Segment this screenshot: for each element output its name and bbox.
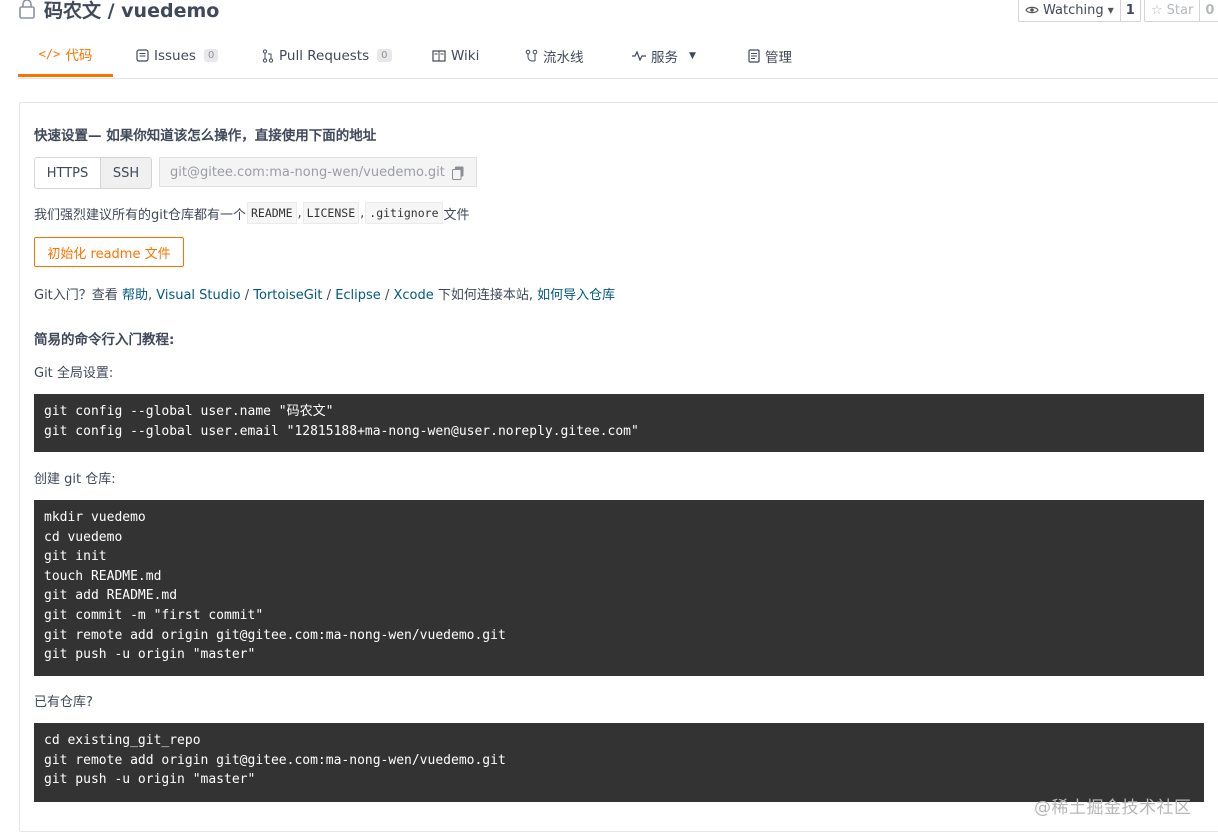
- recommend-line: 我们强烈建议所有的git仓库都有一个 README , LICENSE , .g…: [34, 202, 470, 224]
- license-code: LICENSE: [302, 202, 360, 224]
- star-button[interactable]: ☆ Star: [1144, 0, 1201, 22]
- code-icon: </>: [38, 47, 61, 61]
- code-line: git init: [44, 549, 107, 565]
- comma: ,: [297, 205, 302, 221]
- tortoisegit-link[interactable]: TortoiseGit: [253, 288, 322, 303]
- global-settings-code: git config --global user.name "码农文" git …: [34, 394, 1204, 452]
- watch-group: Watching ▼ 1: [1018, 0, 1141, 22]
- clone-url: git@gitee.com:ma-nong-wen/vuedemo.git: [170, 164, 445, 180]
- tab-pipeline[interactable]: 流水线: [525, 34, 584, 77]
- create-repo-code: mkdir vuedemo cd vuedemo git init touch …: [34, 500, 1204, 676]
- help-prefix: Git入门？查看: [34, 288, 118, 303]
- separator: /: [326, 288, 332, 303]
- code-line: cd vuedemo: [44, 529, 123, 545]
- star-label: Star: [1166, 2, 1194, 18]
- repo-tabs: </> 代码 Issues 0 Pull Requests 0 Wiki 流水线…: [18, 34, 1218, 79]
- code-line: git add README.md: [44, 588, 178, 604]
- recommend-suffix: 文件: [443, 207, 470, 223]
- code-line: mkdir vuedemo: [44, 510, 146, 525]
- import-repo-link[interactable]: 如何导入仓库: [537, 288, 615, 303]
- help-line: Git入门？查看 帮助, Visual Studio / TortoiseGit…: [34, 284, 615, 303]
- eclipse-link[interactable]: Eclipse: [335, 288, 381, 303]
- global-settings-label: Git 全局设置:: [34, 366, 114, 381]
- code-line: git commit -m "first commit": [44, 607, 264, 623]
- watch-button[interactable]: Watching ▼: [1018, 0, 1121, 22]
- issues-icon: [136, 49, 149, 62]
- separator: /: [384, 288, 390, 303]
- tab-code[interactable]: </> 代码: [18, 34, 113, 77]
- existing-repo-label: 已有仓库?: [34, 695, 93, 710]
- repo-title[interactable]: 码农文 / vuedemo: [44, 0, 219, 23]
- tab-issues-label: Issues: [154, 47, 196, 64]
- tutorial-heading: 简易的命令行入门教程:: [34, 332, 175, 348]
- protocol-switch: HTTPS SSH: [34, 157, 152, 189]
- tab-wiki[interactable]: Wiki: [432, 34, 479, 77]
- watch-label: Watching: [1043, 2, 1104, 18]
- book-icon: [432, 49, 446, 62]
- gitignore-code: .gitignore: [365, 202, 443, 224]
- issues-count: 0: [203, 49, 219, 62]
- pull-requests-count: 0: [377, 49, 392, 62]
- tab-pipeline-label: 流水线: [543, 49, 584, 66]
- code-line: touch README.md: [44, 568, 162, 584]
- lock-icon: [19, 0, 35, 19]
- code-line: git config --global user.email "12815188…: [44, 423, 639, 439]
- code-line: git push -u origin "master": [44, 647, 256, 663]
- help-middle: 下如何连接本站,: [437, 288, 534, 303]
- caret-down-icon: ▼: [689, 50, 696, 61]
- tab-manage[interactable]: 管理: [748, 34, 792, 77]
- tab-pull-requests-label: Pull Requests: [279, 47, 370, 64]
- tab-code-label: 代码: [65, 48, 93, 64]
- comma: ,: [360, 205, 365, 221]
- readme-code: README: [246, 202, 297, 224]
- tab-services[interactable]: 服务 ▼: [632, 34, 696, 77]
- caret-down-icon: ▼: [1107, 5, 1114, 15]
- star-count[interactable]: 0: [1200, 0, 1218, 22]
- pulse-icon: [632, 50, 646, 61]
- ssh-button[interactable]: SSH: [101, 157, 152, 189]
- tab-manage-label: 管理: [765, 49, 792, 66]
- clone-url-field[interactable]: git@gitee.com:ma-nong-wen/vuedemo.git: [159, 157, 477, 187]
- quick-setup-heading: 快速设置— 如果你知道该怎么操作，直接使用下面的地址: [34, 128, 377, 144]
- tab-services-label: 服务: [651, 49, 678, 66]
- visual-studio-link[interactable]: Visual Studio: [156, 288, 240, 303]
- watermark: @稀土掘金技术社区: [1034, 798, 1192, 818]
- tab-issues[interactable]: Issues 0: [136, 34, 219, 77]
- tab-pull-requests[interactable]: Pull Requests 0: [262, 34, 392, 77]
- watch-count[interactable]: 1: [1120, 0, 1141, 22]
- repo-title-bar: 码农文 / vuedemo: [18, 0, 219, 24]
- star-icon: ☆: [1151, 2, 1163, 18]
- recommend-prefix: 我们强烈建议所有的git仓库都有一个: [34, 207, 246, 223]
- tab-wiki-label: Wiki: [451, 47, 480, 64]
- code-line: git config --global user.name "码农文": [44, 404, 334, 419]
- existing-repo-code: cd existing_git_repo git remote add orig…: [34, 723, 1204, 802]
- init-readme-button[interactable]: 初始化 readme 文件: [34, 237, 184, 267]
- xcode-link[interactable]: Xcode: [393, 288, 433, 303]
- help-link[interactable]: 帮助: [122, 288, 148, 303]
- code-line: cd existing_git_repo: [44, 733, 201, 748]
- separator: ,: [147, 288, 153, 303]
- code-line: git remote add origin git@gitee.com:ma-n…: [44, 752, 506, 768]
- manage-icon: [748, 48, 760, 63]
- separator: /: [244, 288, 250, 303]
- code-line: git remote add origin git@gitee.com:ma-n…: [44, 627, 506, 643]
- eye-icon: [1025, 6, 1039, 14]
- create-repo-label: 创建 git 仓库:: [34, 472, 116, 487]
- pull-request-icon: [262, 48, 274, 63]
- pipeline-icon: [525, 49, 538, 61]
- copy-icon[interactable]: [452, 166, 464, 180]
- https-button[interactable]: HTTPS: [34, 157, 101, 189]
- star-group: ☆ Star 0: [1144, 0, 1218, 22]
- code-line: git push -u origin "master": [44, 772, 256, 788]
